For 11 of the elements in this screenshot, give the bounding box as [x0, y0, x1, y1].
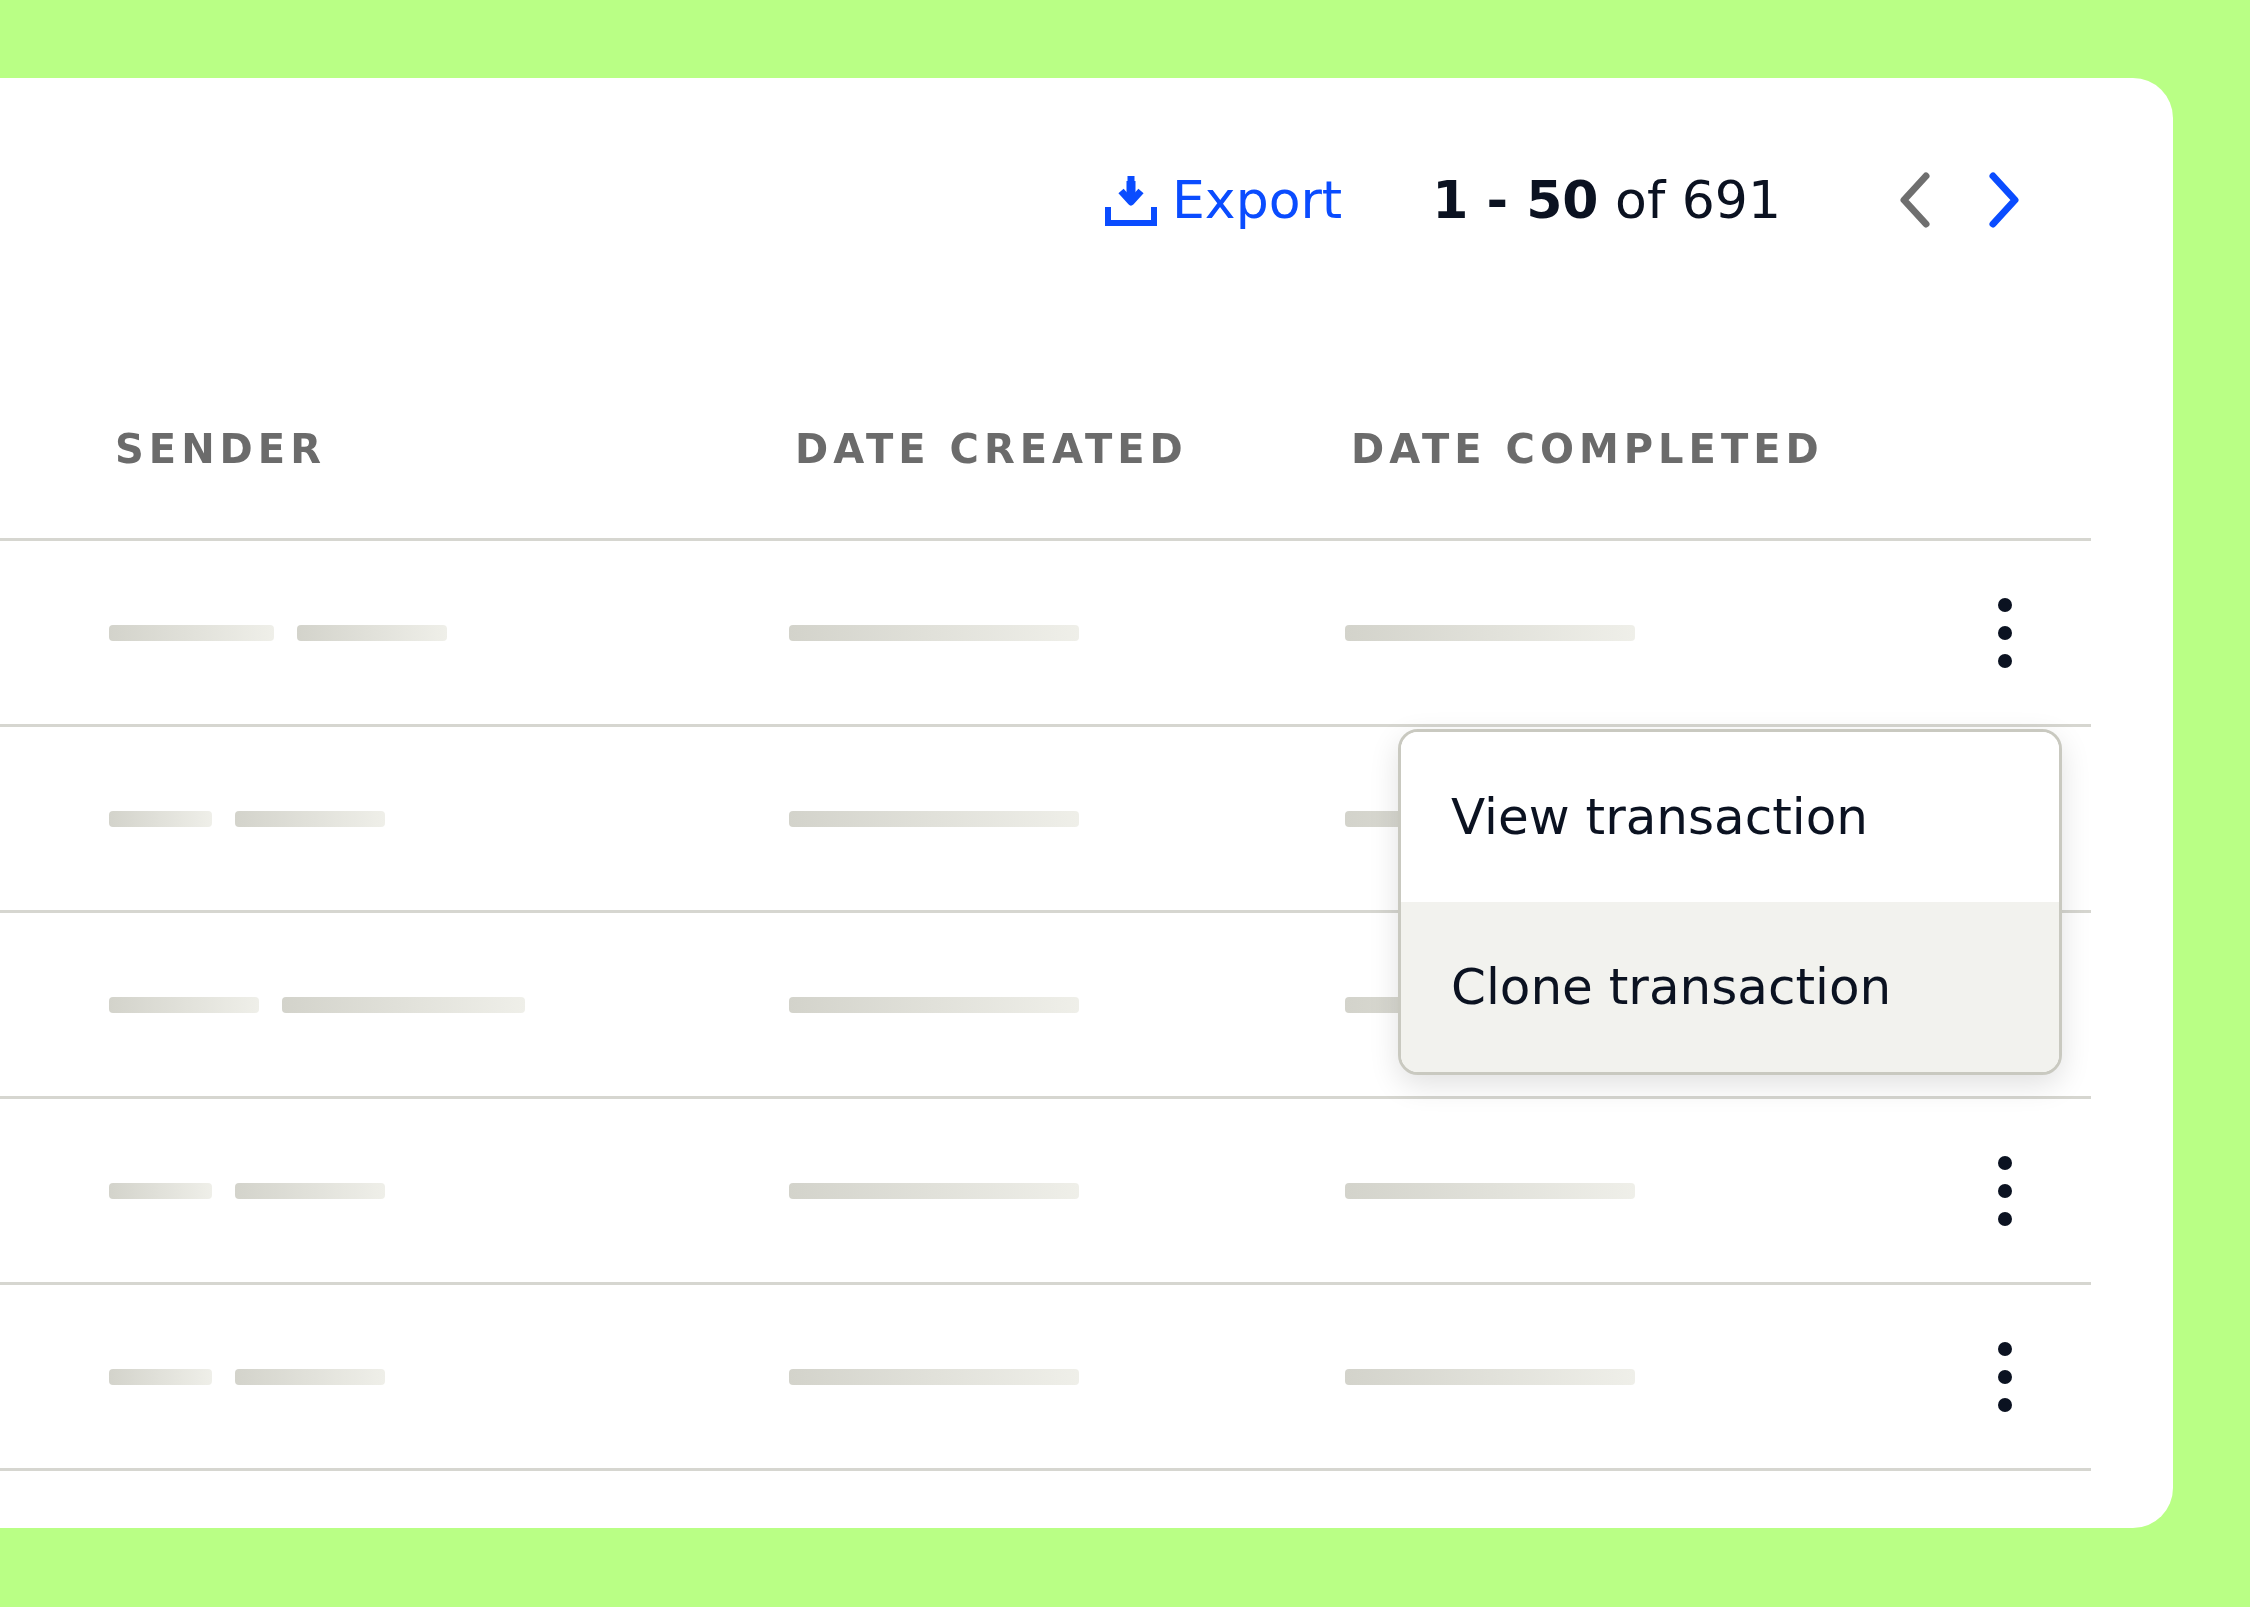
more-options-button[interactable] [1997, 1340, 2013, 1413]
more-options-button[interactable] [1997, 1154, 2013, 1227]
column-header: DATE CREATED [794, 425, 1189, 472]
more-options-button[interactable] [1997, 596, 2013, 669]
download-icon [1104, 173, 1158, 227]
pagination-range: 1 - 50 of 691 [1432, 170, 1781, 230]
column-header: DATE COMPLETED [1350, 425, 1825, 472]
menu-item[interactable]: View transaction [1401, 732, 2059, 902]
export-button[interactable]: Export [1104, 170, 1343, 230]
menu-item[interactable]: Clone transaction [1401, 902, 2059, 1072]
column-header: SENDER [114, 425, 327, 472]
